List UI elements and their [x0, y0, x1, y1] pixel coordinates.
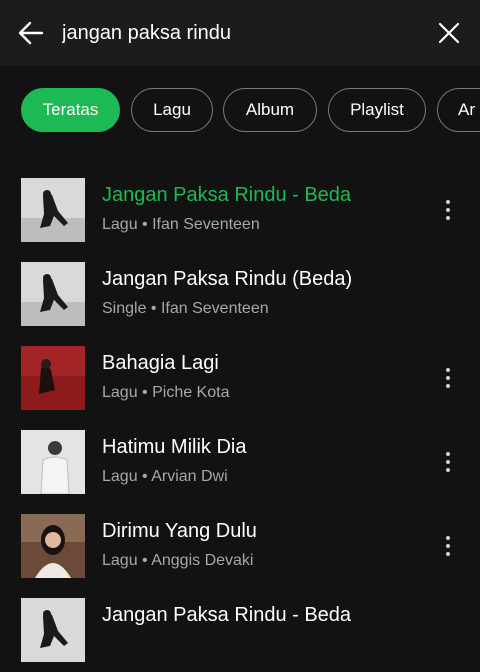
search-header	[0, 0, 480, 66]
clear-search-button[interactable]	[432, 16, 466, 50]
result-row[interactable]: Jangan Paksa Rindu (Beda) Single • Ifan …	[0, 252, 480, 336]
result-row[interactable]: Bahagia Lagi Lagu • Piche Kota	[0, 336, 480, 420]
result-row[interactable]: Jangan Paksa Rindu - Beda	[0, 588, 480, 672]
result-row[interactable]: Dirimu Yang Dulu Lagu • Anggis Devaki	[0, 504, 480, 588]
album-art	[21, 262, 85, 326]
track-title: Jangan Paksa Rindu (Beda)	[102, 268, 353, 290]
track-title: Hatimu Milik Dia	[102, 436, 247, 458]
chip-playlist[interactable]: Playlist	[328, 88, 426, 132]
album-art	[21, 346, 85, 410]
album-art	[21, 598, 85, 662]
filter-chips: Teratas Lagu Album Playlist Ar	[0, 88, 480, 136]
track-subtitle: Lagu • Piche Kota	[102, 384, 230, 401]
close-icon	[438, 22, 460, 44]
track-title: Dirimu Yang Dulu	[102, 520, 257, 542]
more-options-button[interactable]	[436, 530, 460, 562]
track-title: Jangan Paksa Rindu - Beda	[102, 604, 352, 626]
track-subtitle: Lagu • Anggis Devaki	[102, 552, 254, 569]
track-title: Bahagia Lagi	[102, 352, 219, 374]
chip-album[interactable]: Album	[223, 88, 317, 132]
arrow-left-icon	[18, 21, 44, 45]
back-button[interactable]	[14, 16, 48, 50]
more-options-button[interactable]	[436, 362, 460, 394]
result-row[interactable]: Hatimu Milik Dia Lagu • Arvian Dwi	[0, 420, 480, 504]
track-subtitle: Lagu • Arvian Dwi	[102, 468, 228, 485]
album-art	[21, 430, 85, 494]
track-subtitle: Lagu • Ifan Seventeen	[102, 216, 260, 233]
search-input[interactable]	[62, 18, 402, 48]
album-art	[21, 514, 85, 578]
chip-teratas[interactable]: Teratas	[21, 88, 120, 132]
result-row[interactable]: Jangan Paksa Rindu - Beda Lagu • Ifan Se…	[0, 168, 480, 252]
chip-lagu[interactable]: Lagu	[131, 88, 213, 132]
more-options-button[interactable]	[436, 194, 460, 226]
track-subtitle: Single • Ifan Seventeen	[102, 300, 269, 317]
more-options-button[interactable]	[436, 446, 460, 478]
track-title: Jangan Paksa Rindu - Beda	[102, 184, 352, 206]
album-art	[21, 178, 85, 242]
chip-artis[interactable]: Ar	[437, 88, 480, 132]
